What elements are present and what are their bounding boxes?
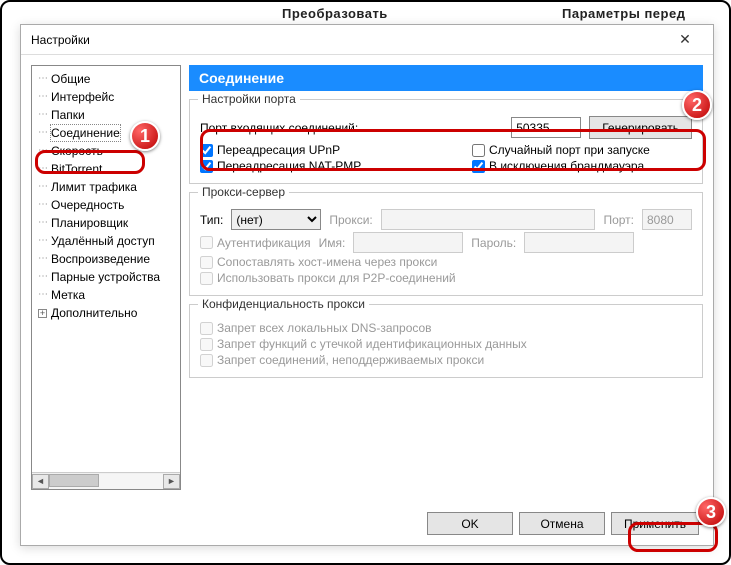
firewall-checkbox[interactable]: В исключения брандмауэра (472, 159, 692, 173)
tree-item-6[interactable]: Лимит трафика (32, 178, 180, 196)
tree-item-2[interactable]: Папки (32, 106, 180, 124)
proxy-host-label: Прокси: (329, 213, 372, 227)
tree-item-11[interactable]: Парные устройства (32, 268, 180, 286)
proxy-port-input (642, 209, 692, 230)
annotation-badge-1: 1 (130, 121, 160, 151)
scroll-thumb[interactable] (49, 474, 99, 487)
close-icon[interactable]: ✕ (665, 29, 705, 51)
annotation-badge-2: 2 (682, 90, 712, 120)
upnp-checkbox[interactable]: Переадресация UPnP (200, 143, 340, 157)
tree-item-4[interactable]: Скорость (32, 142, 180, 160)
background-tool-label: Преобразовать (282, 6, 388, 21)
annotation-badge-3: 3 (696, 497, 726, 527)
group-title-port: Настройки порта (198, 92, 300, 106)
tree-item-13[interactable]: +Дополнительно (32, 304, 180, 322)
randomize-port-button[interactable]: Генерировать (589, 116, 692, 139)
port-settings-group: Настройки порта Порт входящих соединений… (189, 99, 703, 184)
dialog-title: Настройки (31, 33, 90, 47)
tree-scrollbar[interactable]: ◄ ► (32, 472, 180, 489)
settings-dialog: Настройки ✕ ОбщиеИнтерфейсПапки Соединени… (20, 24, 714, 546)
proxy-user-input (353, 232, 463, 253)
proxy-user-label: Имя: (319, 236, 346, 250)
incoming-port-label: Порт входящих соединений: (200, 121, 358, 135)
tree-item-8[interactable]: Планировщик (32, 214, 180, 232)
no-unsupported-checkbox: Запрет соединений, неподдерживаемых прок… (200, 353, 484, 367)
proxy-auth-checkbox: Аутентификация (200, 236, 311, 250)
tree-item-0[interactable]: Общие (32, 70, 180, 88)
apply-button[interactable]: Применить (611, 512, 699, 535)
expand-icon[interactable]: + (38, 309, 47, 318)
ok-button[interactable]: OK (427, 512, 513, 535)
proxy-hostnames-checkbox: Сопоставлять хост-имена через прокси (200, 255, 437, 269)
incoming-port-input[interactable] (511, 117, 581, 138)
tree-item-9[interactable]: Удалённый доступ (32, 232, 180, 250)
natpmp-checkbox[interactable]: Переадресация NAT-PMP (200, 159, 361, 173)
proxy-pass-label: Пароль: (471, 236, 516, 250)
cancel-button[interactable]: Отмена (519, 512, 605, 535)
no-leak-checkbox: Запрет функций с утечкой идентификационн… (200, 337, 527, 351)
group-title-privacy: Конфиденциальность прокси (198, 297, 369, 311)
background-tool-label-2: Параметры перед (562, 6, 685, 21)
no-local-dns-checkbox: Запрет всех локальных DNS-запросов (200, 321, 432, 335)
titlebar: Настройки ✕ (21, 25, 713, 55)
random-start-checkbox[interactable]: Случайный порт при запуске (472, 143, 692, 157)
scroll-right-icon[interactable]: ► (163, 474, 180, 489)
section-header: Соединение (189, 65, 703, 91)
tree-item-7[interactable]: Очередность (32, 196, 180, 214)
group-title-proxy: Прокси-сервер (198, 185, 289, 199)
proxy-pass-input (524, 232, 634, 253)
proxy-type-select[interactable]: (нет) (231, 209, 321, 230)
proxy-p2p-checkbox: Использовать прокси для P2P-соединений (200, 271, 456, 285)
tree-item-12[interactable]: Метка (32, 286, 180, 304)
proxy-host-input (381, 209, 596, 230)
tree-item-5[interactable]: BitTorrent (32, 160, 180, 178)
proxy-group: Прокси-сервер Тип: (нет) Прокси: Порт: А… (189, 192, 703, 296)
dialog-buttons: OK Отмена Применить (427, 512, 699, 535)
tree-item-1[interactable]: Интерфейс (32, 88, 180, 106)
proxy-privacy-group: Конфиденциальность прокси Запрет всех ло… (189, 304, 703, 378)
proxy-type-label: Тип: (200, 213, 223, 227)
tree-item-10[interactable]: Воспроизведение (32, 250, 180, 268)
scroll-left-icon[interactable]: ◄ (32, 474, 49, 489)
proxy-port-label: Порт: (603, 213, 634, 227)
